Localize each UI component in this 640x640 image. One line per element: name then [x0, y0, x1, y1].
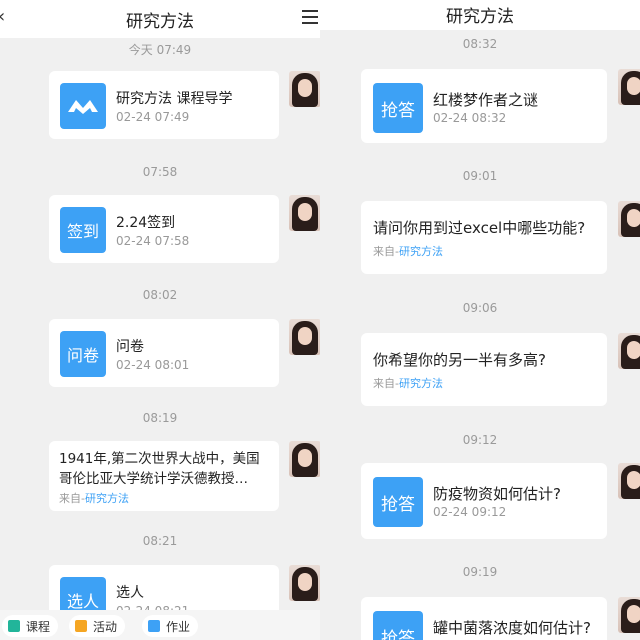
tab-course[interactable]: 课程: [2, 615, 59, 637]
topic-card[interactable]: 1941年,第二次世界大战中，美国哥伦比亚大学统计学沃德教授… 来自-研究方法: [49, 441, 279, 511]
tab-activity[interactable]: 活动: [69, 615, 126, 637]
question-card[interactable]: 请问你用到过excel中哪些功能? 来自-研究方法: [361, 201, 607, 274]
question-source: 来自-研究方法: [373, 245, 443, 258]
checkin-badge: 签到: [60, 207, 106, 253]
question-source: 来自-研究方法: [373, 377, 443, 390]
card-title: 2.24签到: [116, 215, 176, 231]
avatar[interactable]: [618, 201, 640, 237]
quick-answer-badge: 抢答: [373, 611, 423, 640]
source-link[interactable]: 研究方法: [399, 245, 443, 258]
avatar[interactable]: [289, 71, 320, 107]
timestamp: 08:21: [142, 534, 178, 548]
avatar[interactable]: [618, 333, 640, 369]
topic-source: 来自-研究方法: [59, 492, 129, 505]
page-title: 研究方法: [446, 7, 514, 27]
page-title: 研究方法: [126, 12, 194, 32]
top-bar: ‹ 研究方法: [0, 0, 320, 38]
timestamp: 09:06: [462, 301, 498, 315]
avatar[interactable]: [618, 597, 640, 633]
edit-icon: [148, 620, 160, 632]
card-title: 红楼梦作者之谜: [433, 91, 539, 109]
course-intro-card[interactable]: 研究方法 课程导学 02-24 07:49: [49, 71, 279, 139]
avatar[interactable]: [289, 319, 320, 355]
left-chat-panel: ‹ 研究方法 今天 07:49 研究方法 课程导学 02-24 07:49 07…: [0, 0, 320, 640]
avatar[interactable]: [618, 463, 640, 499]
quick-answer-badge: 抢答: [373, 83, 423, 133]
card-title: 问卷: [116, 339, 144, 355]
flag-icon: [75, 620, 87, 632]
menu-icon[interactable]: [302, 10, 318, 24]
card-time: 02-24 07:49: [116, 110, 190, 124]
timestamp: 08:32: [462, 37, 498, 51]
card-time: 02-24 07:58: [116, 234, 190, 248]
bottom-tab-bar: 课程 活动 作业: [0, 610, 320, 640]
timestamp: 09:19: [462, 565, 498, 579]
topic-text: 1941年,第二次世界大战中，美国哥伦比亚大学统计学沃德教授…: [59, 451, 260, 487]
source-link[interactable]: 研究方法: [399, 377, 443, 390]
avatar[interactable]: [289, 195, 320, 231]
card-title: 防疫物资如何估计?: [433, 485, 561, 503]
timestamp: 09:12: [462, 433, 498, 447]
avatar[interactable]: [289, 441, 320, 477]
card-title: 罐中菌落浓度如何估计?: [433, 619, 591, 637]
card-title: 选人: [116, 585, 144, 601]
avatar[interactable]: [618, 69, 640, 105]
quick-answer-card[interactable]: 抢答 防疫物资如何估计? 02-24 09:12: [361, 463, 607, 539]
card-title: 研究方法 课程导学: [116, 91, 233, 107]
timestamp: 08:02: [142, 288, 178, 302]
card-time: 02-24 08:01: [116, 358, 190, 372]
quick-answer-card[interactable]: 抢答 红楼梦作者之谜 02-24 08:32: [361, 69, 607, 143]
question-text: 请问你用到过excel中哪些功能?: [373, 219, 586, 237]
card-time: 02-24 09:12: [433, 505, 507, 519]
avatar[interactable]: [289, 565, 320, 601]
top-bar: 研究方法: [320, 0, 640, 30]
timestamp: 07:58: [142, 165, 178, 179]
questionnaire-card[interactable]: 问卷 问卷 02-24 08:01: [49, 319, 279, 387]
screen: ‹ 研究方法 今天 07:49 研究方法 课程导学 02-24 07:49 07…: [0, 0, 640, 640]
timestamp: 08:19: [142, 411, 178, 425]
question-text: 你希望你的另一半有多高?: [373, 351, 546, 369]
timestamp: 09:01: [462, 169, 498, 183]
quick-answer-card[interactable]: 抢答 罐中菌落浓度如何估计?: [361, 597, 607, 640]
tab-homework[interactable]: 作业: [142, 615, 199, 637]
course-logo-icon: [60, 83, 106, 129]
quick-answer-badge: 抢答: [373, 477, 423, 527]
question-card[interactable]: 你希望你的另一半有多高? 来自-研究方法: [361, 333, 607, 406]
right-chat-panel: 研究方法 08:32 抢答 红楼梦作者之谜 02-24 08:32 09:01 …: [320, 0, 640, 640]
checkin-card[interactable]: 签到 2.24签到 02-24 07:58: [49, 195, 279, 263]
timestamp: 今天 07:49: [128, 43, 192, 57]
questionnaire-badge: 问卷: [60, 331, 106, 377]
source-link[interactable]: 研究方法: [85, 492, 129, 505]
card-time: 02-24 08:32: [433, 111, 507, 125]
graduation-cap-icon: [8, 620, 20, 632]
